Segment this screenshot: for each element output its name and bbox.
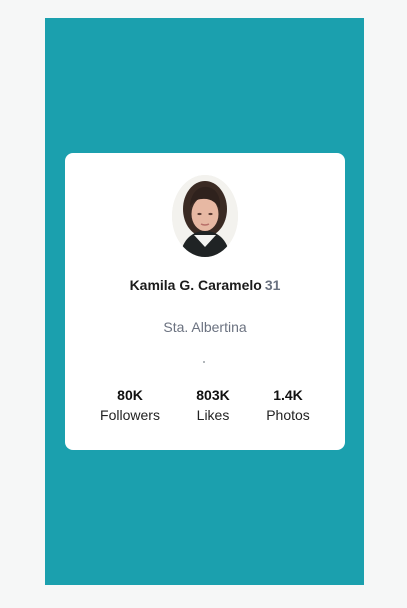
profile-background-panel: Kamila G. Caramelo 31 Sta. Albertina 80K … — [45, 18, 364, 585]
avatar-photo — [172, 175, 238, 257]
stat-photos: 1.4K Photos — [243, 386, 333, 425]
profile-city: Sta. Albertina — [163, 319, 247, 335]
photos-label: Photos — [266, 407, 310, 423]
profile-card: Kamila G. Caramelo 31 Sta. Albertina 80K … — [65, 153, 345, 450]
stat-followers: 80K Followers — [85, 386, 175, 425]
separator-dot — [203, 361, 205, 363]
photos-count: 1.4K — [273, 387, 303, 403]
profile-age: 31 — [264, 277, 281, 293]
profile-name: Kamila G. Caramelo — [129, 277, 262, 293]
followers-count: 80K — [117, 387, 143, 403]
followers-label: Followers — [100, 407, 160, 423]
profile-stats: 80K Followers 803K Likes 1.4K Photos — [65, 386, 345, 428]
profile-name-row: Kamila G. Caramelo 31 — [65, 277, 345, 293]
avatar — [172, 175, 238, 257]
